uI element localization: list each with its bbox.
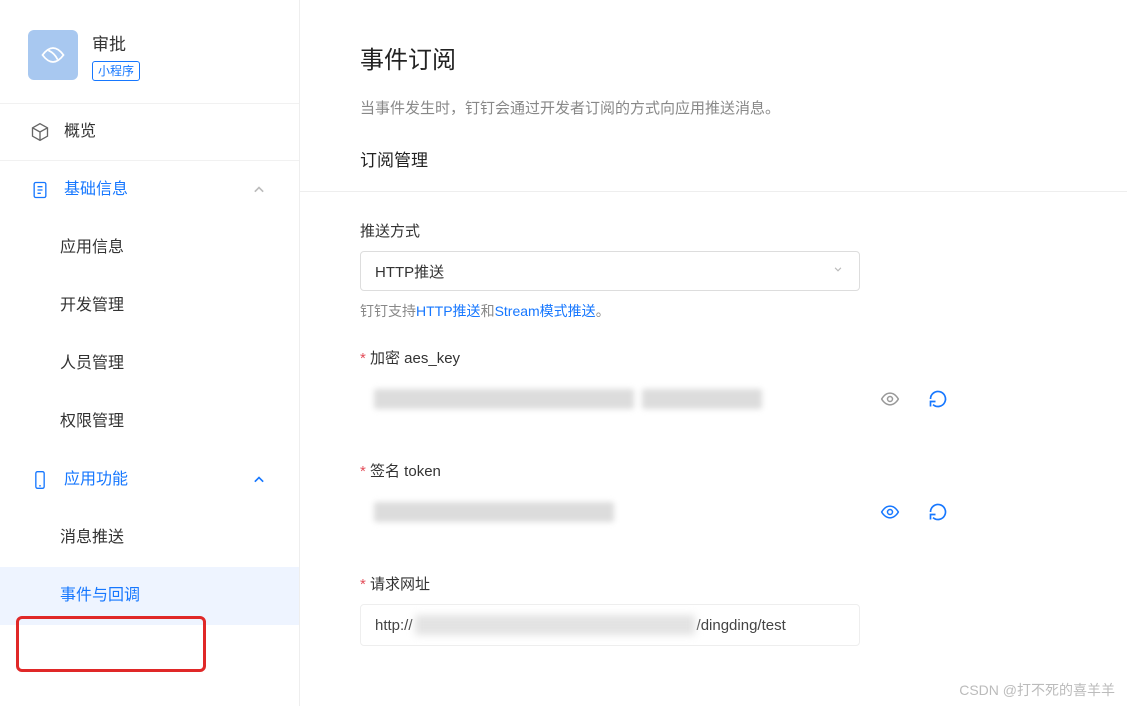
nav-dev-manage[interactable]: 开发管理 <box>0 277 299 335</box>
divider <box>300 191 1127 192</box>
push-method-value: HTTP推送 <box>375 261 444 282</box>
app-header: 审批 小程序 <box>0 18 299 103</box>
nav-list: 概览 基础信息 应用信息 开发管理 人员管理 权限管理 <box>0 103 299 625</box>
document-icon <box>30 180 50 200</box>
sidebar: 审批 小程序 概览 基础信息 <box>0 0 300 706</box>
nav-app-features[interactable]: 应用功能 <box>0 451 299 509</box>
aes-key-label: 加密 aes_key <box>360 347 1107 368</box>
aes-key-value <box>360 378 860 420</box>
nav-basic-label: 基础信息 <box>64 161 128 219</box>
chevron-up-icon <box>249 180 269 200</box>
cube-icon <box>30 122 50 142</box>
http-push-link[interactable]: HTTP推送 <box>416 303 481 319</box>
subscription-mgmt-title: 订阅管理 <box>360 146 1107 171</box>
app-badge: 小程序 <box>92 61 140 81</box>
token-value <box>360 491 860 533</box>
push-help-text: 钉钉支持HTTP推送和Stream模式推送。 <box>360 301 1107 321</box>
nav-message-push[interactable]: 消息推送 <box>0 509 299 567</box>
token-refresh-button[interactable] <box>920 494 956 530</box>
app-icon <box>28 30 78 80</box>
url-label: 请求网址 <box>360 573 1107 594</box>
page-title: 事件订阅 <box>360 40 1107 75</box>
stream-push-link[interactable]: Stream模式推送 <box>495 303 596 319</box>
request-url-input[interactable]: http:// /dingding/test <box>360 604 860 646</box>
nav-features-label: 应用功能 <box>64 451 128 509</box>
chevron-up-icon <box>249 470 269 490</box>
url-prefix: http:// <box>375 617 413 634</box>
nav-overview-label: 概览 <box>64 103 96 161</box>
phone-icon <box>30 470 50 490</box>
nav-basic-info[interactable]: 基础信息 <box>0 161 299 219</box>
nav-events-callback[interactable]: 事件与回调 <box>0 567 299 625</box>
main-content: 事件订阅 当事件发生时，钉钉会通过开发者订阅的方式向应用推送消息。 订阅管理 推… <box>300 0 1127 706</box>
token-label: 签名 token <box>360 460 1107 481</box>
nav-people-manage[interactable]: 人员管理 <box>0 335 299 393</box>
push-method-label: 推送方式 <box>360 220 1107 241</box>
app-title: 审批 <box>92 30 140 55</box>
url-redacted <box>415 615 695 635</box>
aes-key-refresh-button[interactable] <box>920 381 956 417</box>
nav-overview[interactable]: 概览 <box>0 103 299 161</box>
aes-key-reveal-button[interactable] <box>872 381 908 417</box>
nav-app-info[interactable]: 应用信息 <box>0 219 299 277</box>
nav-permission-manage[interactable]: 权限管理 <box>0 393 299 451</box>
push-method-select[interactable]: HTTP推送 <box>360 251 860 291</box>
chevron-down-icon <box>831 262 845 280</box>
page-desc: 当事件发生时，钉钉会通过开发者订阅的方式向应用推送消息。 <box>360 97 1107 118</box>
token-reveal-button[interactable] <box>872 494 908 530</box>
url-suffix: /dingding/test <box>697 617 786 634</box>
